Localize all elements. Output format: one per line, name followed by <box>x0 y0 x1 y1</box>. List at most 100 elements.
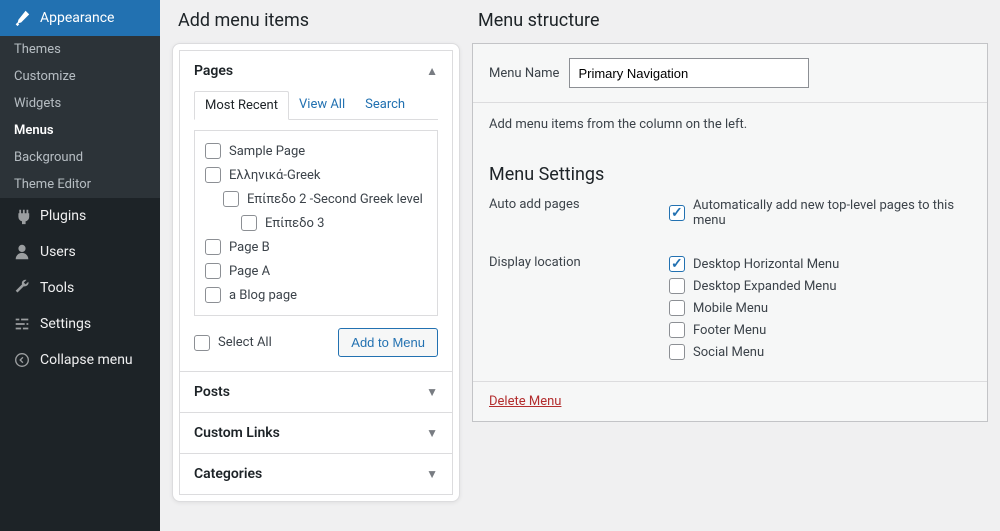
auto-add-option[interactable]: Automatically add new top-level pages to… <box>669 195 971 231</box>
sidebar-label: Plugins <box>40 208 86 224</box>
page-item-label: Page A <box>229 264 270 279</box>
page-item[interactable]: Sample Page <box>205 139 427 163</box>
location-checkbox[interactable] <box>669 322 685 338</box>
page-item-label: Επίπεδο 2 -Second Greek level <box>247 192 423 207</box>
location-option[interactable]: Footer Menu <box>669 319 971 341</box>
location-checkbox[interactable] <box>669 344 685 360</box>
page-item[interactable]: Επίπεδο 3 <box>205 211 427 235</box>
pages-tabs: Most Recent View All Search <box>194 91 438 120</box>
sub-theme-editor[interactable]: Theme Editor <box>0 171 160 198</box>
sidebar-label: Users <box>40 244 76 260</box>
collapse-icon <box>12 350 32 370</box>
auto-add-text: Automatically add new top-level pages to… <box>693 198 971 228</box>
sidebar-item-tools[interactable]: Tools <box>0 270 160 306</box>
user-icon <box>12 242 32 262</box>
tab-search[interactable]: Search <box>355 91 415 119</box>
sliders-icon <box>12 314 32 334</box>
menu-name-label: Menu Name <box>489 66 559 81</box>
sidebar-label: Collapse menu <box>40 352 133 368</box>
location-option[interactable]: Desktop Horizontal Menu <box>669 253 971 275</box>
acc-categories-head[interactable]: Categories ▼ <box>180 454 452 494</box>
location-label: Footer Menu <box>693 323 766 338</box>
sidebar-item-plugins[interactable]: Plugins <box>0 198 160 234</box>
location-option[interactable]: Social Menu <box>669 341 971 363</box>
caret-down-icon: ▼ <box>426 467 438 481</box>
acc-pages-head[interactable]: Pages ▲ <box>180 51 452 91</box>
location-label: Desktop Horizontal Menu <box>693 257 839 272</box>
acc-posts: Posts ▼ <box>179 371 453 413</box>
acc-links-head[interactable]: Custom Links ▼ <box>180 413 452 453</box>
select-all[interactable]: Select All <box>194 335 272 351</box>
page-item[interactable]: Επίπεδο 2 -Second Greek level <box>205 187 427 211</box>
sub-menus[interactable]: Menus <box>0 117 160 144</box>
sidebar-item-settings[interactable]: Settings <box>0 306 160 342</box>
page-item[interactable]: Ελληνικά-Greek <box>205 163 427 187</box>
auto-add-label: Auto add pages <box>489 195 669 231</box>
tab-recent[interactable]: Most Recent <box>194 91 289 120</box>
sub-widgets[interactable]: Widgets <box>0 90 160 117</box>
structure-empty-msg: Add menu items from the column on the le… <box>473 103 987 146</box>
auto-add-checkbox[interactable] <box>669 205 685 221</box>
caret-up-icon: ▲ <box>426 64 438 78</box>
location-checkbox[interactable] <box>669 278 685 294</box>
menu-settings-title: Menu Settings <box>473 146 987 191</box>
add-to-menu-button[interactable]: Add to Menu <box>338 328 438 357</box>
page-item-label: Page B <box>229 240 270 255</box>
structure-title: Menu structure <box>478 10 988 31</box>
acc-posts-label: Posts <box>194 384 230 400</box>
sidebar-label: Tools <box>40 280 74 296</box>
accordion: Pages ▲ Most Recent View All Search Samp… <box>172 43 460 502</box>
page-item-label: Επίπεδο 3 <box>265 216 324 231</box>
page-item[interactable]: Page B <box>205 235 427 259</box>
page-item-checkbox[interactable] <box>205 143 221 159</box>
delete-menu-link[interactable]: Delete Menu <box>489 394 561 409</box>
page-item-checkbox[interactable] <box>205 287 221 303</box>
menu-structure-panel: Menu Name Add menu items from the column… <box>472 43 988 422</box>
location-checkbox[interactable] <box>669 300 685 316</box>
page-item-checkbox[interactable] <box>205 263 221 279</box>
plug-icon <box>12 206 32 226</box>
select-all-label: Select All <box>218 335 272 350</box>
location-label: Mobile Menu <box>693 301 768 316</box>
acc-pages: Pages ▲ Most Recent View All Search Samp… <box>179 50 453 372</box>
sidebar-submenu: Themes Customize Widgets Menus Backgroun… <box>0 36 160 198</box>
tab-view-all[interactable]: View All <box>289 91 355 119</box>
brush-icon <box>12 8 32 28</box>
display-location-label: Display location <box>489 253 669 363</box>
acc-links: Custom Links ▼ <box>179 412 453 454</box>
pages-checklist: Sample Page Ελληνικά-Greek Επίπεδο 2 -Seco… <box>194 130 438 316</box>
page-item[interactable]: Page A <box>205 259 427 283</box>
page-item[interactable]: a Blog page <box>205 283 427 307</box>
sidebar-item-appearance[interactable]: Appearance <box>0 0 160 36</box>
add-items-title: Add menu items <box>178 10 460 31</box>
acc-links-label: Custom Links <box>194 425 280 441</box>
display-locations: Desktop Horizontal Menu Desktop Expanded … <box>669 253 971 363</box>
location-option[interactable]: Mobile Menu <box>669 297 971 319</box>
location-label: Desktop Expanded Menu <box>693 279 837 294</box>
sub-themes[interactable]: Themes <box>0 36 160 63</box>
sidebar-label: Appearance <box>40 10 114 26</box>
page-item-label: Sample Page <box>229 144 305 159</box>
menu-name-input[interactable] <box>569 58 809 88</box>
sidebar-collapse[interactable]: Collapse menu <box>0 342 160 378</box>
page-item-checkbox[interactable] <box>223 191 239 207</box>
location-label: Social Menu <box>693 345 764 360</box>
page-item-checkbox[interactable] <box>241 215 257 231</box>
acc-posts-head[interactable]: Posts ▼ <box>180 372 452 412</box>
sidebar-label: Settings <box>40 316 91 332</box>
page-item-checkbox[interactable] <box>205 239 221 255</box>
select-all-checkbox[interactable] <box>194 335 210 351</box>
wrench-icon <box>12 278 32 298</box>
page-item-checkbox[interactable] <box>205 167 221 183</box>
location-checkbox[interactable] <box>669 256 685 272</box>
sidebar-item-users[interactable]: Users <box>0 234 160 270</box>
sub-customize[interactable]: Customize <box>0 63 160 90</box>
admin-sidebar: Appearance Themes Customize Widgets Menu… <box>0 0 160 531</box>
acc-categories-label: Categories <box>194 466 262 482</box>
sub-background[interactable]: Background <box>0 144 160 171</box>
page-item-label: Ελληνικά-Greek <box>229 168 320 183</box>
caret-down-icon: ▼ <box>426 385 438 399</box>
page-item-label: a Blog page <box>229 288 297 303</box>
acc-categories: Categories ▼ <box>179 453 453 495</box>
location-option[interactable]: Desktop Expanded Menu <box>669 275 971 297</box>
